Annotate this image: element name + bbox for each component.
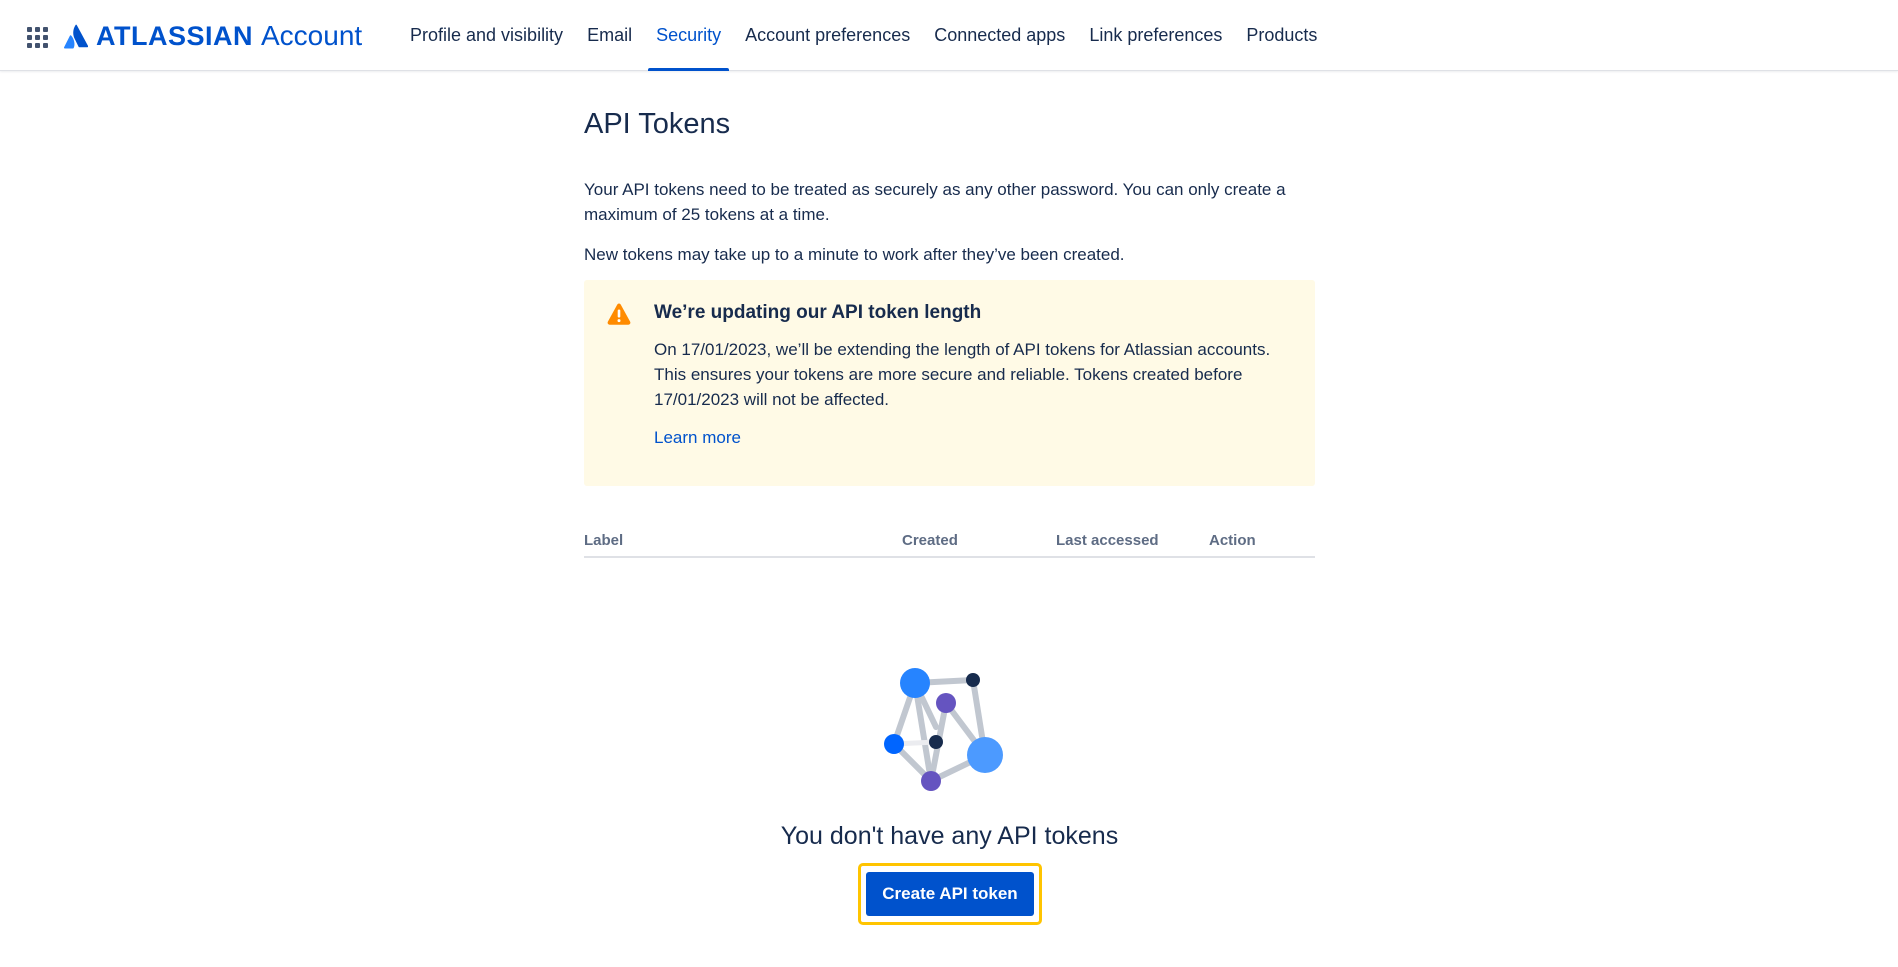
tab-email[interactable]: Email (575, 0, 644, 71)
grid-icon[interactable] (27, 27, 49, 49)
brand-name: ATLASSIAN (96, 20, 253, 51)
warning-icon (607, 303, 631, 325)
note-text: New tokens may take up to a minute to wo… (584, 245, 1125, 264)
account-nav: Profile and visibility Email Security Ac… (398, 0, 1329, 71)
column-last-accessed[interactable]: Last accessed (1056, 532, 1159, 549)
top-navigation-bar: ATLASSIAN Account Profile and visibility… (0, 0, 1898, 71)
warning-banner: We’re updating our API token length On 1… (584, 280, 1315, 486)
product-name: Account (261, 20, 363, 51)
node-purple-top (936, 693, 956, 713)
tab-profile-and-visibility[interactable]: Profile and visibility (398, 0, 575, 71)
warning-title: We’re updating our API token length (654, 302, 982, 323)
warning-body: On 17/01/2023, we’ll be extending the le… (654, 340, 1271, 409)
node-large-light-blue (967, 737, 1003, 773)
tab-account-preferences[interactable]: Account preferences (733, 0, 922, 71)
tab-security[interactable]: Security (644, 0, 733, 71)
tab-connected-apps[interactable]: Connected apps (922, 0, 1077, 71)
atlassian-logo-icon (64, 24, 88, 49)
column-created[interactable]: Created (902, 532, 958, 549)
node-large-blue (900, 668, 930, 698)
node-navy-mid (929, 735, 943, 749)
empty-state-title: You don't have any API tokens (780, 822, 1119, 850)
tokens-table-header: Label Created Last accessed Action (584, 528, 1315, 558)
tab-link-preferences[interactable]: Link preferences (1077, 0, 1234, 71)
focus-ring: Create API token (858, 863, 1042, 925)
column-action: Action (1209, 532, 1256, 549)
node-navy-top (966, 673, 980, 687)
column-label[interactable]: Label (584, 532, 623, 549)
node-blue-left (884, 734, 904, 754)
tab-products[interactable]: Products (1234, 0, 1329, 71)
intro-text: Your API tokens need to be treated as se… (584, 180, 1286, 224)
create-api-token-button[interactable]: Create API token (866, 872, 1034, 916)
page-title: API Tokens (584, 108, 731, 140)
node-purple-bottom (921, 771, 941, 791)
atlassian-account-logo[interactable]: ATLASSIAN Account (64, 18, 362, 54)
network-nodes-illustration (884, 668, 1003, 791)
learn-more-link[interactable]: Learn more (654, 428, 741, 448)
